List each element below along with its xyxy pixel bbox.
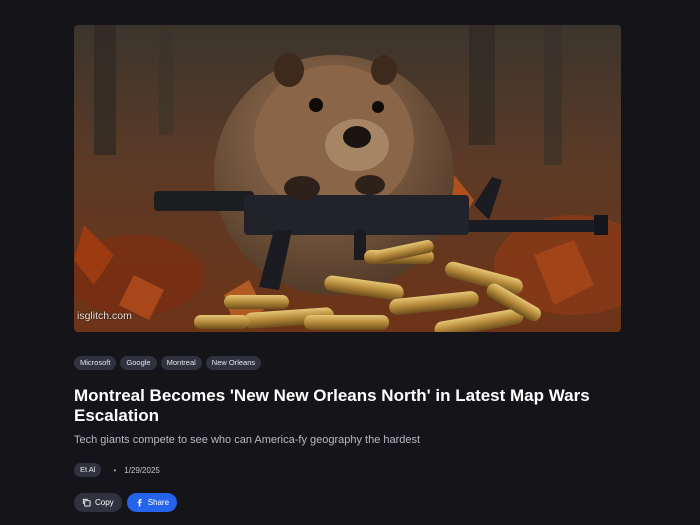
copy-button[interactable]: Copy [74, 493, 122, 512]
tag-microsoft[interactable]: Microsoft [74, 356, 117, 370]
tag-google[interactable]: Google [120, 356, 157, 370]
meta-separator: • [113, 465, 117, 475]
copy-icon [82, 498, 91, 507]
share-button[interactable]: Share [126, 493, 178, 512]
share-label: Share [147, 498, 170, 507]
article-page: isglitch.com Microsoft Google Montreal N… [0, 0, 700, 525]
publish-date: 1/29/2025 [124, 465, 160, 475]
copy-label: Copy [95, 498, 114, 507]
article-subtitle: Tech giants compete to see who can Ameri… [74, 434, 421, 446]
tag-montreal[interactable]: Montreal [160, 356, 202, 370]
tag-new-orleans[interactable]: New Orleans [205, 356, 262, 370]
tag-list: Microsoft Google Montreal New Orleans [74, 356, 262, 370]
watermark: isglitch.com [77, 310, 132, 322]
facebook-icon [135, 498, 144, 507]
hero-illustration [74, 25, 621, 332]
action-bar: Copy Share [74, 493, 178, 512]
article-meta: Et Al • 1/29/2025 [74, 463, 160, 477]
hero-image: isglitch.com [74, 25, 621, 332]
author-badge[interactable]: Et Al [74, 463, 102, 477]
article-title: Montreal Becomes 'New New Orleans North'… [74, 386, 590, 425]
